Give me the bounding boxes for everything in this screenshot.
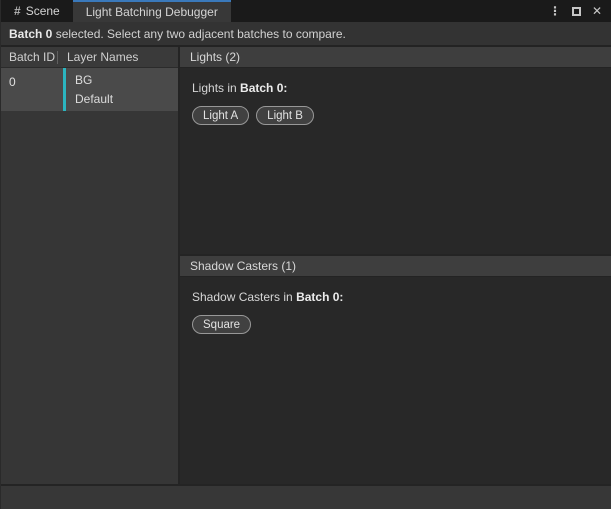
- tab-bar: # Scene Light Batching Debugger ⋮ ✕: [1, 0, 611, 22]
- shadow-caster-chip-square[interactable]: Square: [192, 315, 251, 334]
- shadow-casters-section-content: Shadow Casters in Batch 0: Square: [180, 277, 611, 347]
- batch-list-panel: Batch ID Layer Names 0 BG Default: [1, 47, 180, 484]
- lights-label-batch: Batch 0:: [240, 81, 287, 95]
- main-split: Batch ID Layer Names 0 BG Default Lights…: [1, 47, 611, 484]
- status-selected-batch: Batch 0: [9, 27, 52, 41]
- lights-section-header: Lights (2): [180, 47, 611, 68]
- maximize-box-glyph: [572, 7, 581, 16]
- layer-names-cell: BG Default: [66, 68, 113, 111]
- status-message: selected. Select any two adjacent batche…: [52, 27, 346, 41]
- shadow-casters-in-batch-label: Shadow Casters in Batch 0:: [192, 290, 599, 304]
- batch-list-header-row: Batch ID Layer Names: [1, 47, 178, 68]
- shadow-caster-chip-list: Square: [192, 315, 599, 334]
- column-header-layer-names: Layer Names: [58, 50, 138, 64]
- column-header-batch-id: Batch ID: [1, 50, 57, 64]
- tab-light-batching-debugger-label: Light Batching Debugger: [86, 5, 218, 19]
- batch-id-cell: 0: [1, 68, 63, 111]
- layer-name-bg: BG: [75, 73, 92, 87]
- shadow-label-prefix: Shadow Casters in: [192, 290, 296, 304]
- window-controls: ⋮ ✕: [549, 0, 611, 22]
- lights-section-title: Lights (2): [190, 50, 240, 64]
- tab-light-batching-debugger[interactable]: Light Batching Debugger: [73, 0, 231, 22]
- light-chip-a[interactable]: Light A: [192, 106, 249, 125]
- lights-chip-list: Light A Light B: [192, 106, 599, 125]
- light-batching-debugger-window: # Scene Light Batching Debugger ⋮ ✕ Batc…: [0, 0, 611, 509]
- maximize-icon[interactable]: [572, 7, 581, 16]
- shadow-label-batch: Batch 0:: [296, 290, 343, 304]
- kebab-menu-icon[interactable]: ⋮: [549, 5, 561, 17]
- details-panel: Lights (2) Lights in Batch 0: Light A Li…: [180, 47, 611, 484]
- scene-grid-icon: #: [14, 4, 20, 18]
- close-icon[interactable]: ✕: [592, 5, 602, 17]
- bottom-bar: [1, 484, 611, 509]
- shadow-casters-section: Shadow Casters (1) Shadow Casters in Bat…: [180, 256, 611, 484]
- batch-list-empty-area: [1, 111, 178, 484]
- status-bar: Batch 0 selected. Select any two adjacen…: [1, 22, 611, 47]
- shadow-casters-section-header: Shadow Casters (1): [180, 256, 611, 277]
- lights-section-content: Lights in Batch 0: Light A Light B: [180, 68, 611, 138]
- light-chip-b[interactable]: Light B: [256, 106, 314, 125]
- shadow-casters-section-title: Shadow Casters (1): [190, 259, 296, 273]
- lights-section: Lights (2) Lights in Batch 0: Light A Li…: [180, 47, 611, 256]
- batch-row-0-selected[interactable]: 0 BG Default: [1, 68, 178, 111]
- lights-label-prefix: Lights in: [192, 81, 240, 95]
- tab-scene[interactable]: # Scene: [1, 0, 73, 22]
- lights-in-batch-label: Lights in Batch 0:: [192, 81, 599, 95]
- layer-name-default: Default: [75, 92, 113, 106]
- tab-scene-label: Scene: [26, 4, 60, 18]
